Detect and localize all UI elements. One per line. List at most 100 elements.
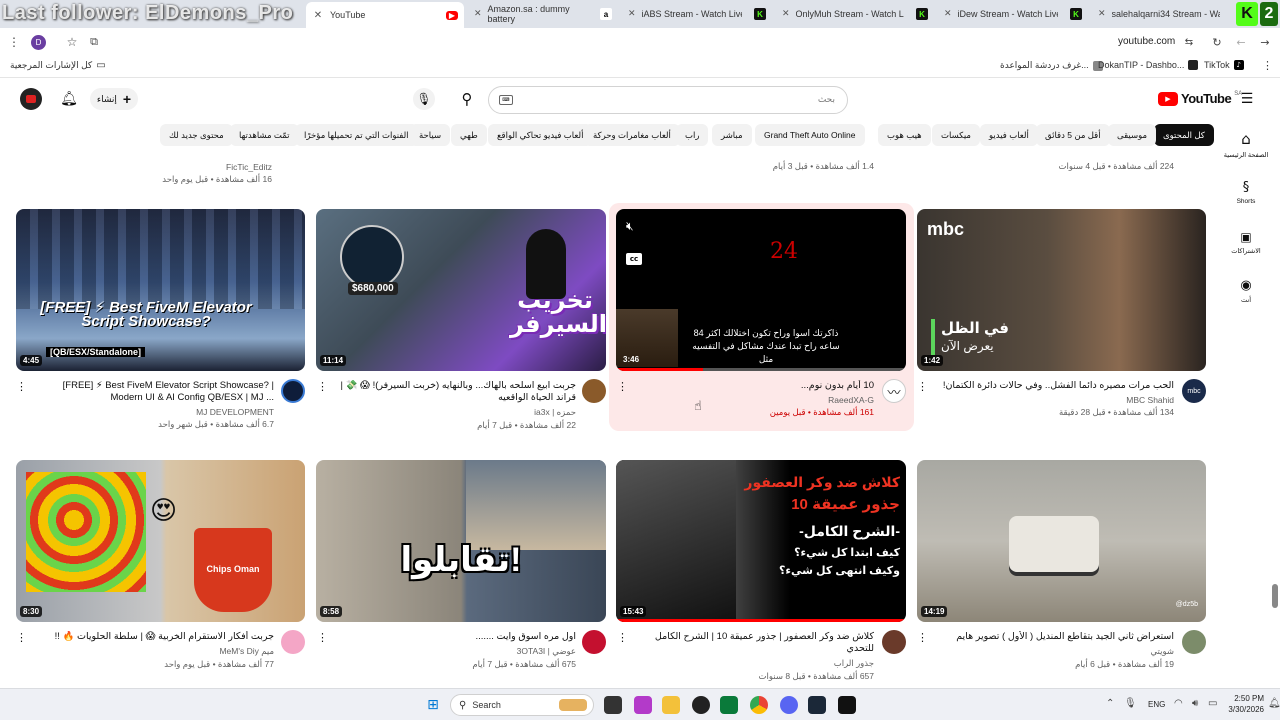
more-actions-icon[interactable]: ⋮: [16, 380, 27, 393]
search-icon[interactable]: ⚲: [452, 85, 482, 113]
tray-chevron-icon[interactable]: ⌃: [1106, 698, 1114, 709]
video-title[interactable]: [FREE] ⚡ Best FiveM Elevator Script Show…: [30, 380, 274, 404]
channel-name[interactable]: حمزه | ia3x: [330, 407, 576, 418]
install-app-icon[interactable]: ⧉: [86, 34, 102, 50]
reload-icon[interactable]: ↻: [1210, 35, 1224, 49]
page-scrollbar-thumb[interactable]: [1272, 584, 1278, 608]
video-preview-player[interactable]: 🔇︎ cc 24 ذاكرتك اسوا وراح تكون اختلالك ا…: [616, 209, 906, 371]
chip-simulation-games[interactable]: ألعاب فيديو تحاكي الواقع: [488, 124, 593, 146]
rail-you[interactable]: ◉ أنت: [1222, 278, 1270, 304]
video-title[interactable]: جربت أفكار الاستقرام الخربية 😱 | سلطة ال…: [30, 631, 274, 643]
video-title[interactable]: استعراض ثاني الجيد بتقاطع المنديل ( الأو…: [930, 631, 1174, 643]
more-actions-icon[interactable]: ⋮: [917, 380, 928, 393]
channel-avatar[interactable]: [281, 630, 305, 654]
copilot-icon[interactable]: [634, 696, 652, 714]
taskbar-search[interactable]: ⚲ Search: [450, 694, 594, 716]
windows-start-icon[interactable]: ⊞: [424, 696, 442, 714]
video-title[interactable]: 10 أيام بدون نوم...: [630, 380, 874, 392]
video-thumbnail[interactable]: كلاش ضد وكر العصفور جذور عميقة 10 -الشرح…: [616, 460, 906, 622]
volume-icon[interactable]: 🔊︎: [1192, 698, 1198, 709]
notifications-bell-icon[interactable]: 🔔︎: [60, 90, 78, 108]
chip-recently-uploaded[interactable]: الفنوات التي تم تحميلها مؤخرًا: [295, 124, 418, 146]
chip-hip-hop[interactable]: هيب هوب: [878, 124, 931, 146]
channel-name[interactable]: عوضي | 3OTA3I: [330, 646, 576, 657]
profile-avatar[interactable]: D: [31, 35, 46, 50]
video-thumbnail[interactable]: [FREE] ⚡ Best FiveM Elevator Script Show…: [16, 209, 305, 371]
more-actions-icon[interactable]: ⋮: [617, 631, 628, 644]
bookmark-tiktok[interactable]: TikTok ♪: [1204, 60, 1244, 70]
chip-rap[interactable]: راب: [676, 124, 709, 146]
channel-avatar[interactable]: [882, 630, 906, 654]
task-view-icon[interactable]: [604, 696, 622, 714]
channel-avatar[interactable]: [582, 630, 606, 654]
video-title[interactable]: جربت ابيع اسلحه بالهاك... وبالنهايه (خرب…: [330, 380, 576, 404]
chrome-icon[interactable]: [750, 696, 768, 714]
bookmark-dating[interactable]: غرف دردشة المواعدة...: [1000, 60, 1103, 71]
hamburger-menu-icon[interactable]: ☰: [1238, 90, 1256, 108]
close-icon[interactable]: ✕: [628, 9, 636, 19]
video-title[interactable]: اول مره اسوق وايت .......: [330, 631, 576, 643]
chip-video-games[interactable]: ألعاب فيديو: [980, 124, 1038, 146]
tab-salehalqarni[interactable]: ✕ salehalqarni34 Stream - Watch: [1092, 2, 1234, 26]
menu-dots-icon[interactable]: ⋮: [8, 35, 20, 49]
channel-name[interactable]: FicTic_Editz: [150, 162, 272, 172]
channel-name[interactable]: RaeedXA-G: [630, 395, 874, 405]
create-button[interactable]: إنشاء +: [90, 88, 138, 110]
account-avatar[interactable]: [20, 88, 42, 110]
chip-under-5[interactable]: أقل من 5 دقائق: [1036, 124, 1110, 146]
tab-iabs[interactable]: ✕ iABS Stream - Watch Live on Ki K: [622, 2, 772, 26]
chip-music[interactable]: موسيقى: [1108, 124, 1157, 146]
youtube-logo[interactable]: ▶ YouTube SA: [1158, 91, 1242, 106]
voice-search-mic-icon[interactable]: 🎙︎: [413, 88, 435, 110]
more-actions-icon[interactable]: ⋮: [917, 631, 928, 644]
video-thumbnail[interactable]: Chips Oman 😍 8:30: [16, 460, 305, 622]
channel-avatar[interactable]: mbc: [1182, 379, 1206, 403]
close-icon[interactable]: ✕: [1098, 9, 1106, 19]
rail-subscriptions[interactable]: ▣ الاشتراكات: [1222, 230, 1270, 255]
channel-avatar[interactable]: [582, 379, 606, 403]
video-title[interactable]: كلاش ضد وكر العصفور | جذور عميقة 10 | ال…: [630, 631, 874, 655]
channel-name[interactable]: جذور الراب: [630, 658, 874, 669]
taskbar-clock[interactable]: 2:50 PM 3/30/2026: [1222, 693, 1264, 715]
tab-amazon[interactable]: ✕ Amazon.sa : dummy battery a: [468, 2, 618, 26]
notifications-icon[interactable]: 🔔︎: [1268, 698, 1280, 709]
close-icon[interactable]: ✕: [474, 9, 482, 19]
all-bookmarks-button[interactable]: كل الإشارات المرجعية ▭: [10, 60, 106, 71]
site-settings-icon[interactable]: ⇆: [1182, 35, 1196, 49]
chip-mixes[interactable]: ميكسات: [932, 124, 980, 146]
bookmark-star-icon[interactable]: ☆: [64, 34, 80, 50]
channel-name[interactable]: MBC Shahid: [930, 395, 1174, 405]
forward-icon[interactable]: ←: [1234, 35, 1248, 49]
keyboard-icon[interactable]: ⌨: [499, 95, 513, 105]
chip-cooking[interactable]: طهي: [451, 124, 487, 146]
back-icon[interactable]: →: [1258, 35, 1272, 49]
file-explorer-icon[interactable]: [662, 696, 680, 714]
more-bookmarks-icon[interactable]: ⋮: [1262, 59, 1273, 72]
search-box[interactable]: بحث ⌨: [488, 86, 848, 114]
battery-icon[interactable]: ▭: [1208, 698, 1217, 709]
mute-icon[interactable]: 🔇︎: [626, 219, 634, 234]
channel-name[interactable]: ميم MeM's Diy: [30, 646, 274, 657]
video-title[interactable]: الحب مرات مصيره دائما الفشل.. وفي حالات …: [930, 380, 1174, 392]
closed-captions-icon[interactable]: cc: [626, 253, 642, 265]
channel-name[interactable]: MJ DEVELOPMENT: [30, 407, 274, 417]
chip-new-to-you[interactable]: محتوى جديد لك: [160, 124, 233, 146]
chip-gta-online[interactable]: Grand Theft Auto Online: [755, 124, 865, 146]
app-icon[interactable]: [692, 696, 710, 714]
wifi-icon[interactable]: ◠: [1174, 698, 1183, 709]
url-text[interactable]: youtube.com: [1118, 36, 1175, 47]
video-thumbnail[interactable]: $680,000 تخريب السيرفر 11:14: [316, 209, 606, 371]
channel-avatar[interactable]: [1182, 630, 1206, 654]
tab-idew[interactable]: ✕ iDew Stream - Watch Live on Ki K: [938, 2, 1088, 26]
close-icon[interactable]: ✕: [782, 9, 790, 19]
app-icon[interactable]: [838, 696, 856, 714]
more-actions-icon[interactable]: ⋮: [16, 631, 27, 644]
discord-icon[interactable]: [780, 696, 798, 714]
steam-icon[interactable]: [808, 696, 826, 714]
tab-onlymuh[interactable]: ✕ OnlyMuh Stream - Watch Live K: [776, 2, 934, 26]
more-actions-icon[interactable]: ⋮: [317, 380, 328, 393]
channel-avatar[interactable]: 〰: [882, 379, 906, 403]
chip-action-adventure[interactable]: ألعاب مغامرات وحركة: [584, 124, 680, 146]
rail-shorts[interactable]: § Shorts: [1222, 180, 1270, 205]
tab-youtube[interactable]: ✕ YouTube ▶: [306, 2, 464, 28]
